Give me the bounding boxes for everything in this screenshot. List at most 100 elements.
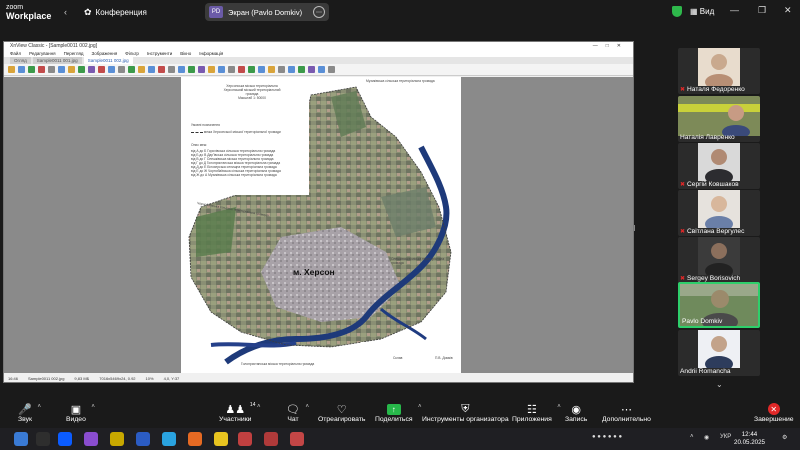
toolbar-icon — [38, 66, 45, 73]
participant-tile[interactable]: Наталія Лавренко — [678, 96, 760, 142]
neighbor-label: Олешківська міська територіальна громада — [391, 257, 445, 265]
toolbar-icon — [158, 66, 165, 73]
boundary-list: від А до Б Горохівська сільська територі… — [191, 149, 281, 177]
toolbar-icon — [138, 66, 145, 73]
chevron-up-icon[interactable]: ˄ — [91, 404, 95, 410]
shield-icon: ⛨ — [461, 402, 470, 415]
chrome-window-icon[interactable] — [238, 432, 252, 446]
map-header: Херсонська міська територіальна Херсонсь… — [223, 84, 281, 100]
more-button[interactable]: ⋯ Дополнительно — [602, 402, 651, 424]
toolbar-icon — [28, 66, 35, 73]
chevron-up-icon[interactable]: ˄ — [37, 404, 41, 410]
react-button[interactable]: ♡ Отреагировать — [318, 402, 365, 424]
minimize-icon[interactable]: — — [730, 5, 739, 15]
participant-tile[interactable]: ✖ Наталя Федоренко — [678, 48, 760, 94]
host-tools-button[interactable]: ⛨ Инструменты организатора — [422, 402, 509, 424]
mic-muted-icon: ✖ — [680, 182, 686, 188]
signature-name: П.В. Домків — [435, 356, 453, 360]
toolbar-icon — [8, 66, 15, 73]
app-icon[interactable] — [84, 432, 98, 446]
end-meeting-button[interactable]: ✕ Завершение — [754, 402, 794, 423]
wifi-icon[interactable]: ◉ — [704, 434, 709, 441]
toolbar-icon — [208, 66, 215, 73]
zoom-app-icon[interactable] — [58, 432, 72, 446]
participant-tile-speaking[interactable]: Pavlo Domkiv — [678, 282, 760, 328]
chevron-up-icon[interactable]: ˄ — [305, 404, 309, 410]
menu-item: Зображення — [91, 51, 118, 56]
windows-start-icon[interactable] — [14, 432, 28, 446]
heart-icon: ♡ — [336, 403, 347, 416]
participant-tile[interactable]: ✖ Сергій Ковшаков — [678, 143, 760, 189]
chevron-up-icon[interactable]: ˄ — [257, 404, 261, 410]
close-icon[interactable]: ✕ — [784, 5, 792, 16]
toolbar-icon — [198, 66, 205, 73]
more-options-icon[interactable]: ⋯ — [313, 6, 325, 18]
chevron-left-icon[interactable]: ‹ — [64, 7, 67, 17]
meeting-controls: 🎤 Звук ˄ ▣ Видео ˄ ♟♟ 14 Участники ˄ 🗨 Ч… — [0, 398, 800, 428]
legend-item: межа Херсонської міської територіальної … — [191, 130, 301, 134]
toolbar-icon — [318, 66, 325, 73]
microphone-icon: 🎤 — [18, 403, 32, 416]
participant-tile[interactable]: ✖ Світлана Вергулес — [678, 190, 760, 236]
person-icon — [698, 143, 740, 185]
toolbar-icon — [128, 66, 135, 73]
record-button[interactable]: ◉ Запись — [565, 402, 587, 424]
audio-button[interactable]: 🎤 Звук ˄ — [18, 402, 41, 424]
view-button[interactable]: ▦ Вид — [690, 7, 714, 16]
panel-resize-handle[interactable] — [631, 225, 635, 231]
toolbar-icon — [228, 66, 235, 73]
participants-button[interactable]: ♟♟ 14 Участники ˄ — [219, 402, 260, 423]
share-screen-icon: ↑ — [386, 403, 401, 415]
zoom-logo: zoom Workplace — [6, 4, 52, 21]
shared-screen[interactable]: XnView Classic - [Sample0011 002.jpg] —□… — [3, 41, 634, 383]
clock[interactable]: 12:44 20.05.2025 — [734, 431, 765, 447]
participant-video — [680, 284, 758, 326]
toolbar-icon — [88, 66, 95, 73]
tray-icons[interactable]: ● ● ● ● ● ● — [592, 434, 622, 440]
share-button[interactable]: ↑ Поделиться ˄ — [375, 402, 422, 423]
person-icon — [698, 190, 740, 232]
toolbar-icon — [18, 66, 25, 73]
record-icon: ◉ — [571, 403, 581, 416]
menu-item: Фільтр — [125, 51, 139, 56]
search-icon[interactable] — [36, 432, 50, 446]
toolbar-icon — [218, 66, 225, 73]
shield-icon[interactable] — [672, 6, 682, 17]
chevron-up-icon[interactable]: ˄ — [557, 404, 561, 410]
restore-icon[interactable]: ❐ — [758, 5, 766, 16]
telegram-window-icon[interactable] — [290, 432, 304, 446]
chevron-up-icon[interactable]: ˄ — [690, 434, 694, 440]
chat-button[interactable]: 🗨 Чат ˄ — [286, 402, 309, 424]
menu-item: Інструменти — [146, 51, 173, 56]
toolbar-icon — [148, 66, 155, 73]
boundary-symbol — [191, 131, 203, 133]
participant-video — [698, 237, 740, 279]
language-indicator[interactable]: УКР — [720, 434, 731, 440]
river-branch — [210, 341, 297, 348]
screen-share-indicator[interactable]: PD Экран (Pavlo Domkiv) ⋯ — [205, 3, 329, 21]
chevron-down-icon[interactable]: ⌄ — [716, 380, 723, 389]
telegram-icon[interactable] — [162, 432, 176, 446]
toolbar-icon — [298, 66, 305, 73]
participant-video — [698, 48, 740, 90]
notification-icon[interactable]: ⚙ — [782, 434, 787, 441]
participant-tile[interactable]: ✖ Sergey Borisovich — [678, 237, 760, 283]
shared-toolbar — [4, 64, 633, 76]
camera-icon: ▣ — [70, 403, 82, 416]
video-button[interactable]: ▣ Видео ˄ — [66, 402, 95, 424]
meeting-info-button[interactable]: ✿ Конференция — [84, 7, 147, 18]
toolbar-icon — [288, 66, 295, 73]
neighbor-label: Музиківська сільська територіальна грома… — [366, 79, 435, 83]
firefox-icon[interactable] — [188, 432, 202, 446]
person-icon — [678, 96, 760, 139]
word-icon[interactable] — [136, 432, 150, 446]
mic-muted-icon: ✖ — [680, 87, 686, 93]
toolbar-icon — [188, 66, 195, 73]
toolbar-icon — [178, 66, 185, 73]
chrome-icon[interactable] — [214, 432, 228, 446]
toolbar-icon — [118, 66, 125, 73]
app-window-icon[interactable] — [264, 432, 278, 446]
participant-tile[interactable]: Andrii Romancha — [678, 330, 760, 376]
apps-button[interactable]: ☷ Приложения ˄ — [512, 402, 561, 424]
app-icon[interactable] — [110, 432, 124, 446]
